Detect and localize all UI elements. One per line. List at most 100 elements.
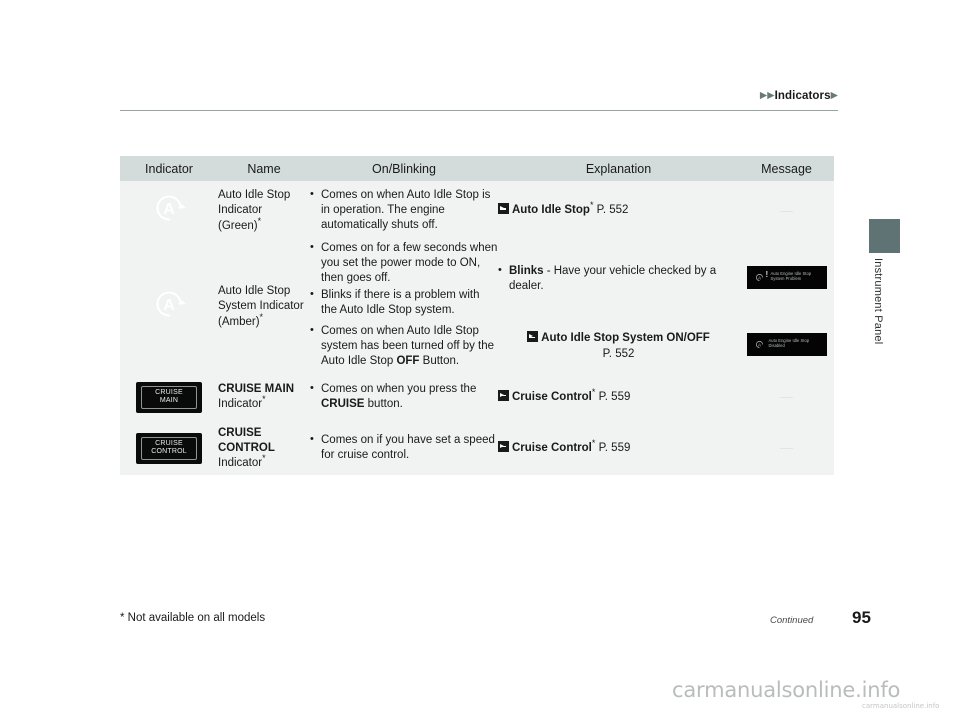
message-text-line-1: Auto Engine Idle Stop xyxy=(768,337,810,343)
name-cell: CRUISE MAIN Indicator* xyxy=(218,375,310,419)
onblinking-bold: OFF xyxy=(396,354,420,367)
message-dash: — xyxy=(780,202,793,218)
footnote-star: * xyxy=(259,311,264,322)
section-tab-label: Instrument Panel xyxy=(872,258,884,345)
indicators-table: Indicator Name On/Blinking Explanation M… xyxy=(120,156,834,475)
cruise-control-indicator-icon: CRUISE CONTROL xyxy=(136,433,202,464)
name-sub-text: Indicator xyxy=(218,398,263,411)
message-cell: — xyxy=(739,375,834,419)
list-item: Blinks - Have your vehicle checked by a … xyxy=(498,263,739,294)
name-cell: CRUISE CONTROL Indicator* xyxy=(218,421,310,475)
list-item: Comes on when Auto Idle Stop system has … xyxy=(310,323,498,370)
reference-arrow-icon xyxy=(498,203,509,215)
name-line-1: Auto Idle Stop xyxy=(218,189,291,202)
footnote-star: * xyxy=(262,394,266,405)
breadcrumb-suffix-arrow: ▶ xyxy=(830,90,838,101)
onblinking-list: Comes on if you have set a speed for cru… xyxy=(310,432,498,463)
cruise-main-button-glyph: CRUISE MAIN xyxy=(141,386,197,409)
page-number: 95 xyxy=(852,608,871,627)
footnote-star: * xyxy=(591,437,596,448)
column-header-message: Message xyxy=(739,156,834,181)
onblinking-cell: Comes on if you have set a speed for cru… xyxy=(310,421,498,475)
message-text-line-1: Auto Engine Idle Stop xyxy=(770,270,812,276)
message-cell: — xyxy=(739,421,834,475)
name-sub: Indicator* xyxy=(218,394,310,412)
name-line-3: (Green)* xyxy=(218,215,310,234)
footnote-star: * xyxy=(257,215,262,226)
reference-page: P. 559 xyxy=(598,441,631,454)
table-row: CRUISE MAIN CRUISE MAIN Indicator* Comes… xyxy=(120,375,834,419)
reference-title: Auto Idle Stop xyxy=(512,204,590,217)
cruise-control-line-2: CONTROL xyxy=(151,448,187,456)
reference-page: P. 552 xyxy=(602,347,635,360)
onblinking-bold: CRUISE xyxy=(321,397,365,410)
reference-arrow-icon xyxy=(498,389,509,401)
indicator-cell-cruise-control: CRUISE CONTROL xyxy=(120,421,218,475)
onblinking-cell: Comes on for a few seconds when you set … xyxy=(310,240,498,319)
reference-link[interactable]: Auto Idle Stop* P. 552 xyxy=(498,200,739,219)
column-header-name: Name xyxy=(218,156,310,181)
footnote-text: * Not available on all models xyxy=(120,612,266,624)
onblinking-list: Comes on for a few seconds when you set … xyxy=(310,240,498,318)
name-line-1: Auto Idle Stop xyxy=(218,285,291,298)
table-row: A Auto Idle Stop System Indicator (Amber… xyxy=(120,240,834,373)
onblinking-pre: Comes on when you press the xyxy=(321,382,477,395)
reference-link[interactable]: Auto Idle Stop System ON/OFF P. 552 xyxy=(498,331,739,362)
auto-idle-stop-system-indicator-icon: A xyxy=(146,281,192,327)
reference-arrow-icon xyxy=(498,440,509,452)
svg-text:A: A xyxy=(163,297,175,314)
indicator-cell-auto-idle-stop-system: A xyxy=(120,241,218,373)
breadcrumb-prefix-arrows: ▶▶ xyxy=(759,90,775,101)
section-tab-marker xyxy=(869,219,900,253)
reference-title: Cruise Control xyxy=(512,441,592,454)
svg-text:A: A xyxy=(163,201,175,218)
column-header-explanation: Explanation xyxy=(498,156,739,181)
name-line-2: System Indicator xyxy=(218,300,304,313)
breadcrumb: ▶▶Indicators▶ xyxy=(0,90,838,102)
svg-text:A: A xyxy=(757,275,761,280)
explanation-cell: Cruise Control* P. 559 xyxy=(498,421,739,475)
explanation-cell: Cruise Control* P. 559 xyxy=(498,375,739,419)
message-display-screen: A ! Auto Engine Idle Stop System Problem xyxy=(746,265,827,289)
name-line-2: Indicator xyxy=(218,204,263,217)
name-line-3-text: (Green) xyxy=(218,219,258,232)
name-line-3-text: (Amber) xyxy=(218,315,260,328)
continued-label: Continued xyxy=(770,615,814,626)
name-line-3: (Amber)* xyxy=(218,311,310,330)
onblinking-cell: Comes on when Auto Idle Stop system has … xyxy=(310,320,498,373)
reference-link[interactable]: Cruise Control* P. 559 xyxy=(498,386,739,406)
onblinking-list: Comes on when Auto Idle Stop is in opera… xyxy=(310,187,498,234)
list-item: Comes on when you press the CRUISE butto… xyxy=(310,381,498,412)
cruise-main-line-1: CRUISE xyxy=(155,389,183,397)
table-row: A Auto Idle Stop Indicator (Green)* Come… xyxy=(120,184,834,238)
list-item: Blinks if there is a problem with the Au… xyxy=(310,287,498,318)
indicator-cell-auto-idle-stop: A xyxy=(120,184,218,238)
cruise-main-line-2: MAIN xyxy=(159,397,179,405)
watermark-sub: carmanualsonline.info xyxy=(862,702,940,710)
svg-text:A: A xyxy=(757,342,761,347)
message-dash: — xyxy=(780,389,793,405)
footnote-star: * xyxy=(591,386,596,397)
list-item: Comes on if you have set a speed for cru… xyxy=(310,432,498,463)
reference-link[interactable]: Cruise Control* P. 559 xyxy=(498,437,739,457)
explanation-cell: Auto Idle Stop System ON/OFF P. 552 xyxy=(498,320,739,373)
table-header-row: Indicator Name On/Blinking Explanation M… xyxy=(120,156,834,181)
onblinking-post: button. xyxy=(364,397,403,410)
explanation-bold: Blinks xyxy=(509,265,544,278)
message-cell: A ! Auto Engine Idle Stop System Problem xyxy=(739,241,834,319)
header-divider xyxy=(120,110,838,111)
breadcrumb-label: Indicators xyxy=(774,90,831,102)
message-cell: — xyxy=(739,184,834,238)
name-sub-text: Indicator xyxy=(218,456,263,469)
name-bold-line-1: CRUISE xyxy=(218,426,262,439)
message-display-screen: A Auto Engine Idle Stop Disabled xyxy=(746,332,827,356)
message-cell: A Auto Engine Idle Stop Disabled xyxy=(739,320,834,373)
onblinking-cell: Comes on when Auto Idle Stop is in opera… xyxy=(310,184,498,238)
name-sub: Indicator* xyxy=(218,454,310,471)
cruise-main-indicator-icon: CRUISE MAIN xyxy=(136,382,202,413)
column-header-indicator: Indicator xyxy=(120,156,218,181)
explanation-cell: Blinks - Have your vehicle checked by a … xyxy=(498,241,739,319)
auto-idle-stop-icon: A xyxy=(754,339,765,350)
auto-idle-stop-warning-icon: A xyxy=(754,272,765,283)
footnote-star: * xyxy=(589,200,594,211)
